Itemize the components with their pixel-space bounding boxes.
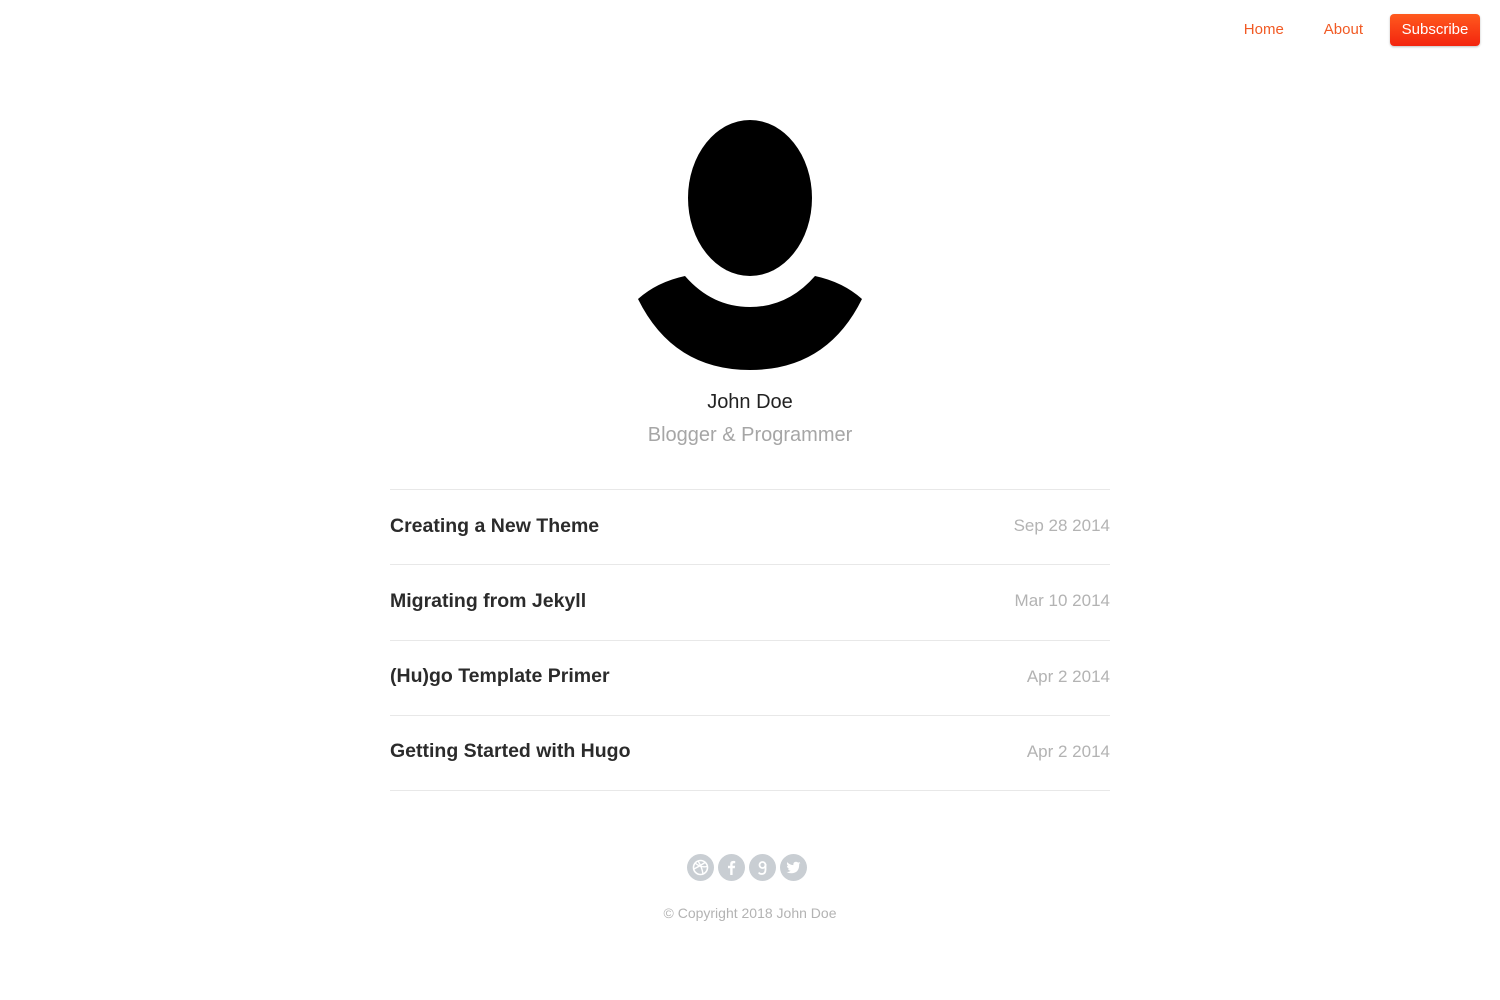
post-row: Migrating from Jekyll Mar 10 2014	[390, 565, 1110, 641]
social-links	[687, 854, 811, 881]
dribbble-glyph-icon	[692, 859, 709, 876]
subscribe-button[interactable]: Subscribe	[1390, 14, 1480, 46]
nav-about-link[interactable]: About	[1324, 14, 1363, 46]
twitter-glyph-icon	[786, 861, 801, 874]
person-silhouette-icon	[638, 120, 862, 370]
avatar	[637, 119, 863, 371]
post-row: (Hu)go Template Primer Apr 2 2014	[390, 641, 1110, 716]
post-title-link[interactable]: Migrating from Jekyll	[390, 590, 586, 613]
profile-name: John Doe	[707, 391, 793, 413]
post-date: Sep 28 2014	[1013, 516, 1110, 536]
google-glyph-icon	[757, 861, 767, 875]
facebook-icon[interactable]	[718, 854, 745, 881]
post-list: Creating a New Theme Sep 28 2014 Migrati…	[390, 489, 1110, 791]
post-date: Mar 10 2014	[1014, 591, 1110, 611]
post-title-link[interactable]: Creating a New Theme	[390, 515, 599, 538]
post-row: Getting Started with Hugo Apr 2 2014	[390, 716, 1110, 791]
page: Home About Subscribe John Doe Blogger & …	[0, 0, 1500, 1000]
nav-home-link[interactable]: Home	[1244, 14, 1284, 46]
profile-tagline: Blogger & Programmer	[647, 424, 853, 446]
post-row: Creating a New Theme Sep 28 2014	[390, 490, 1110, 566]
post-title-link[interactable]: Getting Started with Hugo	[390, 740, 630, 763]
facebook-glyph-icon	[728, 860, 736, 875]
google-plus-icon[interactable]	[749, 854, 776, 881]
dribbble-icon[interactable]	[687, 854, 714, 881]
copyright-text: © Copyright 2018 John Doe	[663, 905, 837, 921]
top-nav: Home About Subscribe	[1244, 14, 1480, 46]
post-title-link[interactable]: (Hu)go Template Primer	[390, 665, 610, 688]
twitter-icon[interactable]	[780, 854, 807, 881]
post-date: Apr 2 2014	[1026, 741, 1110, 761]
post-date: Apr 2 2014	[1026, 666, 1110, 686]
